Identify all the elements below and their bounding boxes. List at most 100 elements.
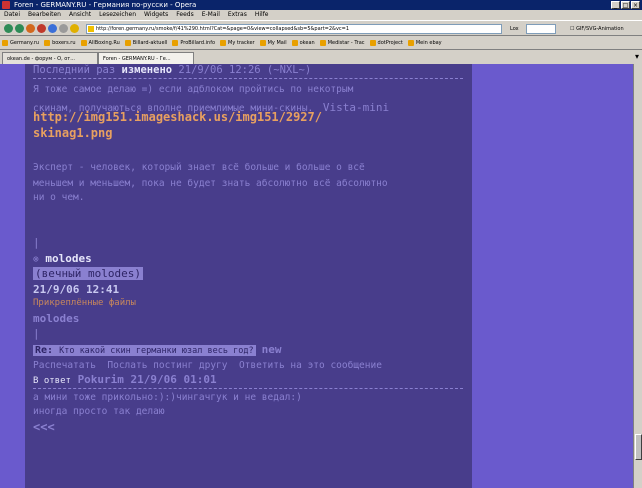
reply-status: (вечный molodes) (33, 267, 143, 280)
bookmark-ebay[interactable]: Mein ebay (407, 36, 442, 49)
divider (33, 388, 463, 389)
reply-author[interactable]: molodes (45, 252, 91, 265)
post-text-line: Я тоже самое делаю =) если адблоком прой… (33, 84, 354, 95)
bookmark-germany[interactable]: Germany.ru (2, 36, 39, 49)
navigation-toolbar: http://foren.germany.ru/smoke/f/41%290.h… (0, 20, 642, 36)
menu-widgets[interactable]: Widgets (144, 10, 168, 20)
post-text-line: иногда просто так делаю (33, 406, 165, 417)
attachments-label: Прикреплённые файлы (33, 298, 136, 308)
new-badge: new (261, 343, 282, 356)
stop-icon[interactable] (37, 24, 46, 33)
page-icon (88, 26, 94, 32)
gif-animation-label: GIF/SVG-Animation (576, 26, 624, 32)
post-actions: Распечатать Послать постинг другу Ответи… (33, 360, 382, 371)
reply-link[interactable]: Ответить на это сообщение (239, 360, 382, 371)
bookmark-dotproject[interactable]: dotProject (369, 36, 403, 49)
menu-email[interactable]: E-Mail (202, 10, 220, 20)
bookmark-allboxing[interactable]: AllBoxing.Ru (80, 36, 120, 49)
back-icon[interactable] (4, 24, 13, 33)
post-text-line: а мини тоже прикольно:):)чингачгук и не … (33, 392, 302, 403)
bookmark-icon (369, 39, 376, 46)
scrollbar-thumb[interactable] (635, 434, 642, 460)
tab-okean[interactable]: okean.de - форум - О, от... (2, 52, 98, 64)
menu-ansicht[interactable]: Ansicht (69, 10, 91, 20)
bookmark-label: Germany.ru (10, 39, 40, 46)
menu-datei[interactable]: Datei (4, 10, 20, 20)
window-title: Foren - GERMANY.RU - Германия по-русски … (14, 1, 197, 9)
bookmark-icon (80, 39, 87, 46)
bookmark-label: Medistar - Trac (327, 39, 365, 46)
bookmark-icon (2, 39, 8, 46)
menu-feeds[interactable]: Feeds (176, 10, 193, 20)
bookmark-label: dotProject (377, 39, 403, 46)
bookmark-mymail[interactable]: My Mail (259, 36, 287, 49)
tab-germany-forum[interactable]: Foren - GERMANY.RU - Ге... (98, 52, 194, 64)
reply-date: 21/9/06 12:41 (33, 283, 120, 296)
bookmark-tracker[interactable]: My tracker (220, 36, 255, 49)
answer-author[interactable]: Pokurim (78, 373, 124, 386)
bookmark-label: ProBillard.info (180, 39, 216, 46)
close-icon[interactable]: × (631, 1, 640, 9)
bookmark-icon (44, 39, 51, 46)
bookmark-icon (172, 39, 179, 46)
menu-hilfe[interactable]: Hilfe (255, 10, 269, 20)
send-link[interactable]: Послать постинг другу (107, 360, 227, 371)
back-link[interactable]: <<< (33, 420, 55, 434)
menu-extras[interactable]: Extras (228, 10, 247, 20)
page-viewport: Последний раз изменено 21/9/06 12:26 (~N… (0, 64, 642, 488)
bookmarks-bar: Germany.ru boxers.ru AllBoxing.Ru Billar… (0, 36, 642, 50)
edited-prefix: Последний раз (33, 64, 116, 76)
print-link[interactable]: Распечатать (33, 360, 96, 371)
bookmark-label: boxers.ru (52, 39, 76, 46)
bookmark-label: My tracker (228, 39, 255, 46)
attachment-link[interactable]: molodes (33, 312, 79, 325)
bookmark-okean[interactable]: okean (291, 36, 315, 49)
bookmark-icon (259, 39, 266, 46)
home-icon[interactable] (48, 24, 57, 33)
vertical-scrollbar[interactable] (633, 64, 642, 488)
image-link-cont[interactable]: skinag1.png (33, 126, 112, 140)
bookmark-billard[interactable]: Billard-aktuell (124, 36, 168, 49)
menu-bearbeiten[interactable]: Bearbeiten (28, 10, 61, 20)
re-label: Re: (35, 345, 54, 356)
opera-icon (2, 1, 10, 9)
answer-date: 21/9/06 01:01 (130, 373, 217, 386)
bookmark-boxers[interactable]: boxers.ru (44, 36, 76, 49)
bookmark-probillard[interactable]: ProBillard.info (172, 36, 215, 49)
image-link[interactable]: http://img151.imageshack.us/img151/2927/ (33, 110, 322, 124)
tab-label: Foren - GERMANY.RU - Ге... (103, 56, 171, 62)
edited-date: 21/9/06 12:26 (~NXL~) (178, 64, 312, 76)
reload-icon[interactable] (26, 24, 35, 33)
address-bar[interactable]: http://foren.germany.ru/smoke/f/41%290.h… (86, 24, 502, 34)
reply-author-line: ⊗ molodes (33, 252, 92, 265)
bookmark-label: AllBoxing.Ru (88, 39, 120, 46)
bookmark-label: Mein ebay (415, 39, 442, 46)
window-titlebar: Foren - GERMANY.RU - Германия по-русски … (0, 0, 642, 10)
search-input[interactable] (526, 24, 556, 34)
forward-icon[interactable] (15, 24, 24, 33)
bookmark-label: okean (299, 39, 315, 46)
edited-word: изменено (121, 64, 173, 76)
tab-label: okean.de - форум - О, от... (7, 56, 75, 62)
divider (33, 78, 463, 79)
subject-highlight[interactable]: Re: Кто какой скин германки юзал весь го… (33, 345, 256, 356)
address-url: http://foren.germany.ru/smoke/f/41%290.h… (96, 26, 350, 32)
gif-animation-toggle[interactable]: ☐ GIF/SVG-Animation (570, 24, 624, 34)
minimize-icon[interactable]: _ (611, 1, 620, 9)
bookmark-icon (291, 39, 298, 46)
thread-pipe: | (33, 327, 40, 340)
wand-icon[interactable] (59, 24, 68, 33)
bookmark-medistar[interactable]: Medistar - Trac (319, 36, 365, 49)
tab-menu-icon[interactable]: ▾ (635, 52, 639, 62)
answer-line: В ответ Pokurim 21/9/06 01:01 (33, 373, 217, 386)
bookmark-label: Billard-aktuell (132, 39, 168, 46)
maximize-icon[interactable]: □ (621, 1, 630, 9)
user-icon: ⊗ (33, 254, 39, 265)
forum-content: Последний раз изменено 21/9/06 12:26 (~N… (25, 64, 472, 488)
next-post-subject-line: Re: Кто какой скин германки юзал весь го… (33, 343, 281, 356)
edit-icon[interactable] (70, 24, 79, 33)
menu-lesezeichen[interactable]: Lesezeichen (99, 10, 136, 20)
bookmark-label: My Mail (267, 39, 287, 46)
bookmark-icon (220, 39, 227, 46)
bookmark-icon (319, 39, 326, 46)
